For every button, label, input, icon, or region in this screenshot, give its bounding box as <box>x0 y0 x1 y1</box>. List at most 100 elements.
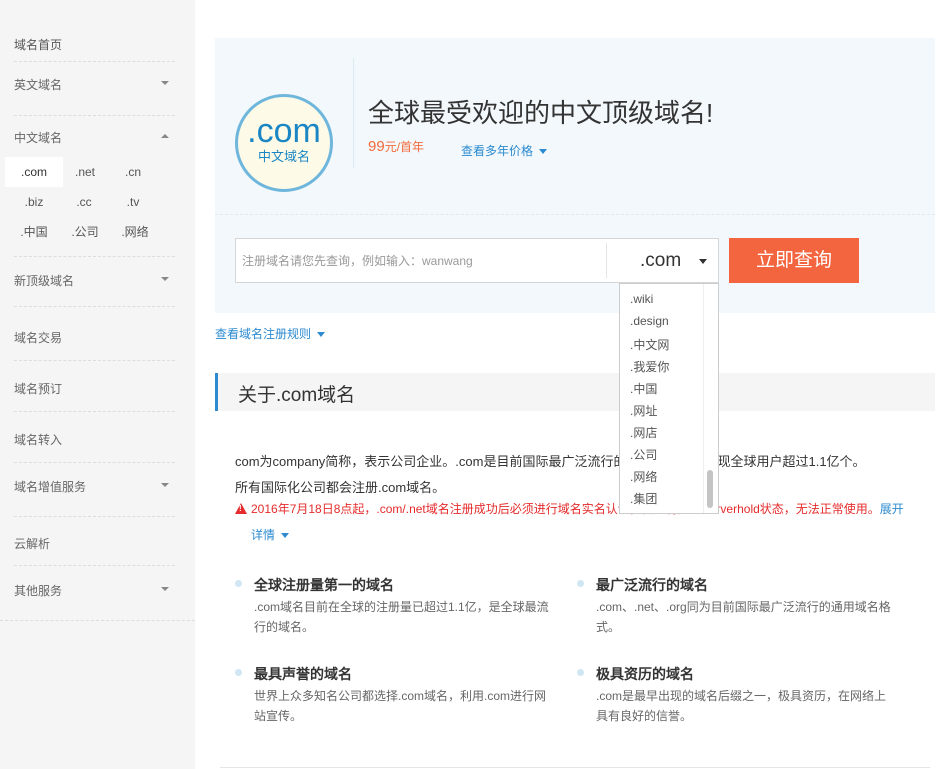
dropdown-option[interactable]: .集团 <box>630 490 657 507</box>
rule-link-label: 查看域名注册规则 <box>215 327 312 341</box>
chevron-down-icon <box>161 483 169 487</box>
sub-item-cc[interactable]: .cc <box>64 187 104 217</box>
dropdown-option[interactable]: .design <box>630 314 669 328</box>
feature-title: 最具声誉的域名 <box>254 666 352 682</box>
search-box: .com <box>235 238 719 283</box>
divider <box>14 306 175 307</box>
chevron-down-icon <box>161 587 169 591</box>
feature-desc: .com域名目前在全球的注册量已超过1.1亿，是全球最流行的域名。 <box>254 600 549 634</box>
detail-label: 详情 <box>251 528 276 542</box>
chevron-down-icon <box>161 81 169 85</box>
divider <box>353 58 354 168</box>
dropdown-scrollbar[interactable] <box>703 284 717 513</box>
price-value: 99 <box>368 138 385 155</box>
sub-item-tv[interactable]: .tv <box>114 187 152 217</box>
sidebar-item-other-services[interactable]: 其他服务 <box>14 582 175 599</box>
divider <box>14 516 175 517</box>
logo-text: .com <box>247 112 321 150</box>
suffix-select[interactable]: .com <box>607 239 719 282</box>
feature-title: 最广泛流行的域名 <box>596 577 708 593</box>
detail-link[interactable]: 详情 <box>251 526 290 543</box>
price-unit: 元/首年 <box>384 140 425 154</box>
divider <box>14 256 175 257</box>
sidebar-item-label: 域名交易 <box>14 331 63 345</box>
sidebar-item-new-tld[interactable]: 新顶级域名 <box>14 272 175 289</box>
sidebar-item-home[interactable]: 域名首页 <box>14 36 175 53</box>
suffix-dropdown: .wiki .design .中文网 .我爱你 .中国 .网址 .网店 .公司 … <box>619 283 719 514</box>
scrollbar-thumb[interactable] <box>707 470 713 508</box>
chevron-down-icon <box>699 259 707 264</box>
warning-notice: 2016年7月18日8点起，.com/.net域名注册成功后必须进行域名实名认证… <box>235 500 935 517</box>
sub-item-com[interactable]: .com <box>5 157 63 187</box>
com-logo: .com 中文域名 <box>235 94 333 192</box>
sub-item-net[interactable]: .net <box>64 157 106 187</box>
sub-item-gongsi[interactable]: .公司 <box>62 217 108 247</box>
chevron-up-icon <box>161 134 169 138</box>
dropdown-option[interactable]: .网址 <box>630 402 657 419</box>
bullet-icon <box>235 580 242 587</box>
sidebar-item-domain-reserve[interactable]: 域名预订 <box>14 380 175 397</box>
multi-year-price-link[interactable]: 查看多年价格 <box>461 142 548 159</box>
warning-icon <box>235 503 247 514</box>
sidebar-item-english-domain[interactable]: 英文域名 <box>14 76 175 93</box>
suffix-value: .com <box>640 250 682 271</box>
feature-desc: .com是最早出现的域名后缀之一，极具资历，在网络上具有良好的信誉。 <box>596 689 887 723</box>
dropdown-option[interactable]: .网店 <box>630 424 657 441</box>
feature-desc: 世界上众多知名公司都选择.com域名，利用.com进行网站宣传。 <box>254 689 547 723</box>
section-title: 关于.com域名 <box>238 385 356 406</box>
dropdown-option[interactable]: .中文网 <box>630 336 669 353</box>
sidebar-item-chinese-domain[interactable]: 中文域名 <box>14 129 175 146</box>
chevron-down-icon <box>161 277 169 281</box>
sidebar-item-label: 云解析 <box>14 537 51 551</box>
multi-year-label: 查看多年价格 <box>461 144 534 158</box>
query-button[interactable]: 立即查询 <box>729 238 859 283</box>
sub-item-wangluo[interactable]: .网络 <box>112 217 158 247</box>
dropdown-option[interactable]: .我爱你 <box>630 358 669 375</box>
dropdown-option[interactable]: .中国 <box>630 380 657 397</box>
sidebar-item-label: 其他服务 <box>14 584 63 598</box>
sub-item-biz[interactable]: .biz <box>14 187 54 217</box>
feature-title: 极具资历的域名 <box>596 666 694 682</box>
sidebar-item-domain-trade[interactable]: 域名交易 <box>14 329 175 346</box>
feature-desc: .com、.net、.org同为目前国际最广泛流行的通用域名格式。 <box>596 600 891 634</box>
sub-item-cn[interactable]: .cn <box>114 157 152 187</box>
sidebar-item-value-added[interactable]: 域名增值服务 <box>14 478 175 495</box>
bullet-icon <box>235 669 242 676</box>
section-header: 关于.com域名 <box>215 373 935 411</box>
bullet-icon <box>577 580 584 587</box>
search-input[interactable] <box>236 239 606 282</box>
dropdown-option[interactable]: .网络 <box>630 468 657 485</box>
description-line: com为company简称，表示公司企业。.com是目前国际最广泛流行的通用域名… <box>235 454 866 469</box>
divider <box>14 360 175 361</box>
dropdown-option[interactable]: .公司 <box>630 446 657 463</box>
sidebar-item-label: 域名首页 <box>14 38 63 52</box>
sidebar-item-label: 域名预订 <box>14 382 63 396</box>
divider <box>14 115 175 116</box>
divider <box>215 214 935 215</box>
sidebar-item-label: 中文域名 <box>14 131 63 145</box>
sidebar: 域名首页 英文域名 中文域名 .com .net .cn .biz .cc .t… <box>0 0 195 769</box>
chevron-down-icon <box>317 332 326 338</box>
divider <box>14 411 175 412</box>
expand-link[interactable]: 展开 <box>880 502 904 516</box>
divider <box>14 462 175 463</box>
chevron-down-icon <box>539 149 548 155</box>
divider <box>14 565 175 566</box>
page-title: 全球最受欢迎的中文顶级域名! <box>368 98 714 128</box>
description: com为company简称，表示公司企业。.com是目前国际最广泛流行的通用域名… <box>235 449 935 501</box>
sidebar-item-cloud-dns[interactable]: 云解析 <box>14 535 175 552</box>
sidebar-item-domain-transfer[interactable]: 域名转入 <box>14 431 175 448</box>
description-line: 所有国际化公司都会注册.com域名。 <box>235 480 446 495</box>
divider <box>14 61 175 62</box>
chevron-down-icon <box>281 533 290 539</box>
logo-subtext: 中文域名 <box>257 149 310 164</box>
sidebar-item-label: 英文域名 <box>14 78 63 92</box>
registration-rules-link[interactable]: 查看域名注册规则 <box>215 325 326 342</box>
divider <box>0 620 195 621</box>
sidebar-item-label: 域名转入 <box>14 433 63 447</box>
price: 99元/首年 <box>368 138 424 155</box>
feature-title: 全球注册量第一的域名 <box>254 577 394 593</box>
dropdown-option[interactable]: .wiki <box>630 292 653 306</box>
sub-item-zhongguo[interactable]: .中国 <box>10 217 58 247</box>
sidebar-item-label: 域名增值服务 <box>14 480 87 494</box>
